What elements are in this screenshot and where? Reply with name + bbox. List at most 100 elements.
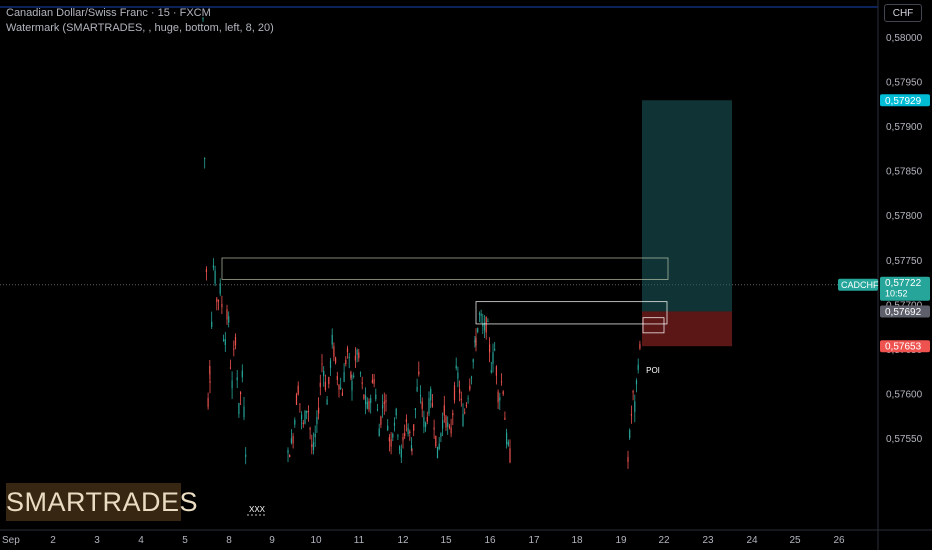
candle-body — [500, 381, 503, 383]
candles — [202, 16, 641, 469]
x-tick-label: 4 — [138, 535, 144, 546]
candle-body — [404, 432, 406, 437]
candle-body — [331, 334, 333, 345]
candle-body — [433, 427, 435, 430]
candle-body — [393, 422, 396, 426]
candle-body — [350, 371, 352, 378]
y-tick-label: 0,57550 — [886, 434, 923, 445]
candle-body — [445, 416, 447, 428]
candle-body — [212, 265, 214, 268]
candle-body — [209, 380, 211, 383]
candle-body — [635, 380, 638, 385]
candle-body — [423, 416, 425, 427]
candle-body — [217, 300, 220, 302]
candle-body — [216, 298, 218, 303]
candle-body — [475, 337, 477, 346]
price-label-text: 0,57929 — [885, 96, 922, 107]
candle-body — [345, 359, 347, 364]
y-tick-label: 0,57850 — [886, 167, 923, 178]
candle-body — [387, 425, 389, 431]
xxx-label: XXX — [249, 505, 266, 514]
candle-body — [495, 366, 497, 376]
candle-body — [489, 344, 491, 353]
candle-body — [382, 404, 384, 409]
candle-body — [506, 432, 508, 445]
candle-body — [295, 394, 298, 405]
candle-body — [464, 412, 466, 414]
x-tick-label: 22 — [658, 535, 670, 546]
candle-body — [340, 387, 342, 389]
candle-body — [421, 401, 423, 409]
candle-body — [380, 416, 382, 425]
x-tick-label: 2 — [50, 535, 56, 546]
candle-body — [485, 317, 487, 333]
candle-body — [341, 392, 343, 396]
candle-body — [490, 370, 492, 373]
candle-body — [306, 410, 308, 413]
x-tick-label: 12 — [397, 535, 409, 546]
x-tick-label: 18 — [571, 535, 583, 546]
candle-body — [299, 403, 301, 405]
candle-body — [637, 364, 639, 370]
candle-body — [465, 404, 467, 407]
x-tick-label: 26 — [833, 535, 845, 546]
symbol-title[interactable]: Canadian Dollar/Swiss Franc · 15 · FXCM — [6, 6, 274, 21]
candle-body — [390, 439, 392, 447]
candle-body — [304, 410, 306, 424]
candle-body — [228, 316, 230, 323]
candle-body — [443, 405, 445, 416]
candle-body — [287, 449, 289, 454]
currency-button[interactable]: CHF — [884, 4, 922, 22]
zones: POI XXX — [0, 100, 878, 516]
x-tick-label: 15 — [440, 535, 452, 546]
candle-body — [333, 346, 335, 357]
indicator-label[interactable]: Watermark (SMARTRADES, , huge, bottom, l… — [6, 21, 274, 36]
candle-body — [370, 398, 372, 404]
candle-body — [497, 391, 499, 403]
candle-body — [221, 303, 223, 308]
candle-body — [467, 398, 469, 400]
candle-body — [385, 400, 387, 402]
candle-body — [234, 336, 237, 346]
poi-label: POI — [646, 366, 660, 375]
grid — [0, 0, 932, 550]
x-tick-label: 24 — [746, 535, 758, 546]
candle-body — [366, 401, 368, 409]
candle-body — [312, 441, 315, 451]
x-tick-label: 5 — [182, 535, 188, 546]
price-label-text: 0,57722 — [885, 278, 922, 289]
candle-body — [400, 449, 402, 458]
candle-body — [307, 411, 309, 413]
candle-body — [328, 377, 330, 385]
candle-body — [236, 377, 238, 381]
candle-body — [378, 428, 380, 437]
candle-body — [428, 398, 430, 414]
price-chart[interactable]: POIXXX Sep 2 3 4 5 8 9 10 11 12 15 16 17 18 19 22 23 24 25… — [0, 0, 932, 550]
x-tick-label: 10 — [310, 535, 322, 546]
chart-legend: Canadian Dollar/Swiss Franc · 15 · FXCM … — [6, 6, 274, 36]
candle-body — [639, 343, 641, 349]
candle-body — [447, 422, 449, 427]
candle-body — [353, 375, 355, 378]
candle-body — [361, 382, 363, 384]
candle-body — [343, 372, 345, 382]
watermark-logo: SMARTRADES — [6, 483, 198, 521]
candle-body — [388, 437, 390, 442]
candle-body — [507, 441, 509, 446]
candle-body — [375, 394, 377, 400]
candle-body — [329, 360, 332, 368]
candle-body — [414, 408, 416, 410]
candle-body — [402, 437, 404, 441]
candle-body — [460, 398, 462, 401]
candle-body — [326, 399, 328, 405]
candle-body — [348, 357, 350, 359]
y-tick-label: 0,57900 — [886, 122, 923, 133]
candle-body — [431, 402, 433, 407]
x-tick-label: 25 — [789, 535, 801, 546]
y-tick-label: 0,58000 — [886, 33, 923, 44]
candle-body — [502, 391, 504, 395]
candle-body — [411, 448, 413, 451]
candle-body — [630, 414, 632, 416]
candle-body — [314, 433, 316, 438]
candle-body — [383, 401, 385, 405]
